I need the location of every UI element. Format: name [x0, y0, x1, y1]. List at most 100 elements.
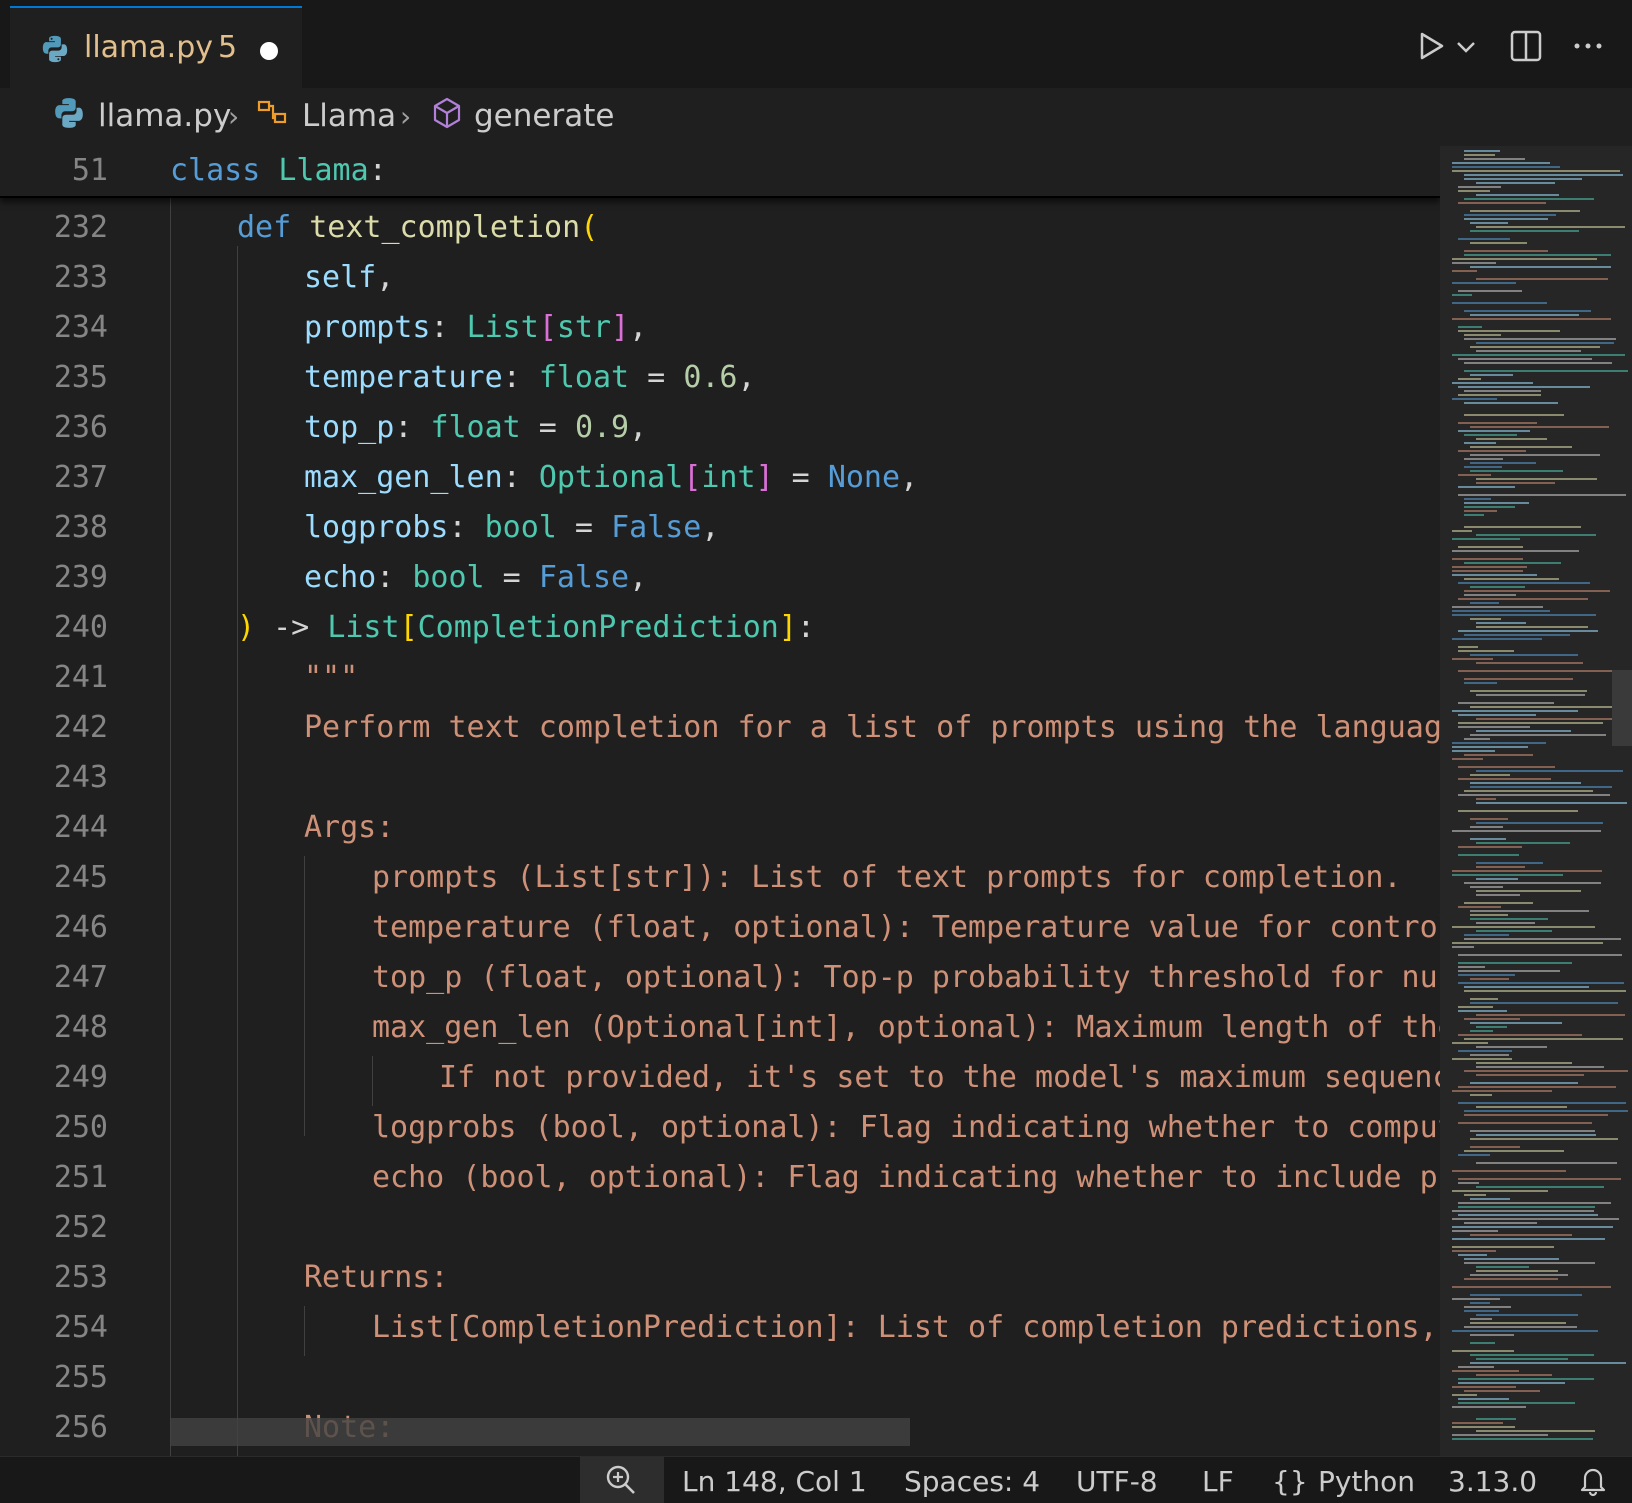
breadcrumb-class[interactable]: Llama [302, 98, 396, 134]
minimap-line [1458, 450, 1526, 452]
minimap-line [1458, 650, 1514, 652]
encoding[interactable]: UTF-8 [1076, 1465, 1158, 1498]
minimap-line [1476, 862, 1543, 864]
minimap-line [1470, 1002, 1618, 1004]
code-line[interactable]: 253 Returns: [0, 1253, 1440, 1303]
minimap-line [1464, 1326, 1577, 1328]
minimap-line [1452, 1042, 1488, 1044]
code-line[interactable]: 255 [0, 1353, 1440, 1403]
code-line[interactable]: 239 echo: bool = False, [0, 553, 1440, 603]
minimap-line [1476, 482, 1555, 484]
minimap-line [1458, 778, 1551, 780]
minimap-line [1464, 254, 1611, 256]
breadcrumb-file[interactable]: llama.py [98, 98, 231, 134]
minimap-line [1464, 414, 1564, 416]
minimap-line [1452, 1370, 1519, 1372]
minimap-line [1452, 166, 1560, 168]
minimap-line [1470, 838, 1506, 840]
minimap-line [1464, 902, 1533, 904]
code-line[interactable]: 233 self, [0, 253, 1440, 303]
split-editor-icon[interactable] [1508, 28, 1544, 64]
code-line[interactable]: 250 logprobs (bool, optional): Flag indi… [0, 1103, 1440, 1153]
breadcrumb-method[interactable]: generate [474, 98, 614, 134]
minimap-line [1452, 1298, 1500, 1300]
minimap-line [1452, 282, 1516, 284]
language-mode[interactable]: Python [1318, 1465, 1415, 1498]
run-icon[interactable] [1412, 28, 1448, 64]
constant: None [827, 460, 901, 495]
code-line[interactable]: 251 echo (bool, optional): Flag indicati… [0, 1153, 1440, 1203]
docstring: prompts (List[str]): List of text prompt… [372, 860, 1402, 895]
minimap-line [1476, 534, 1596, 536]
minimap-line [1452, 270, 1477, 272]
code-line[interactable]: 238 logprobs: bool = False, [0, 503, 1440, 553]
code-line[interactable]: 243 [0, 753, 1440, 803]
interpreter-version[interactable]: 3.13.0 [1448, 1465, 1537, 1498]
code-line[interactable]: 235 temperature: float = 0.6, [0, 353, 1440, 403]
minimap-line [1464, 150, 1500, 152]
minimap-line [1458, 202, 1546, 204]
type: int [701, 460, 756, 495]
code-line[interactable]: 245 prompts (List[str]): List of text pr… [0, 853, 1440, 903]
minimap-line [1458, 970, 1560, 972]
minimap-line [1458, 386, 1590, 388]
minimap-line [1470, 1322, 1566, 1324]
line-number: 245 [53, 860, 108, 895]
indentation[interactable]: Spaces: 4 [904, 1465, 1040, 1498]
code-line[interactable]: 248 max_gen_len (Optional[int], optional… [0, 1003, 1440, 1053]
minimap-line [1452, 318, 1611, 320]
code-line[interactable]: 241 """ [0, 653, 1440, 703]
minimap-line [1452, 1434, 1548, 1436]
minimap-line [1458, 1378, 1594, 1380]
code-line[interactable]: 252 [0, 1203, 1440, 1253]
minimap-line [1476, 182, 1555, 184]
minimap-line [1458, 1122, 1592, 1124]
code-line[interactable]: 234 prompts: List[str], [0, 303, 1440, 353]
tab-filename: llama.py [84, 30, 213, 65]
line-number: 235 [53, 360, 108, 395]
docstring: max_gen_len (Optional[int], optional): M… [372, 1010, 1440, 1045]
minimap-line [1452, 1386, 1516, 1388]
more-actions-icon[interactable] [1570, 28, 1606, 64]
minimap-line [1452, 742, 1546, 744]
code-line[interactable]: 247 top_p (float, optional): Top-p proba… [0, 953, 1440, 1003]
bell-icon[interactable] [1576, 1463, 1610, 1497]
code-line[interactable]: 240 ) -> List[CompletionPrediction]: [0, 603, 1440, 653]
code-line[interactable]: 232 def text_completion( [0, 203, 1440, 253]
line-number: 242 [53, 710, 108, 745]
minimap-line [1464, 562, 1561, 564]
chevron-down-icon[interactable] [1454, 28, 1478, 64]
editor-tab-llama-py[interactable]: llama.py 5 [10, 6, 302, 88]
vertical-scrollbar[interactable] [1612, 670, 1632, 746]
punct: : [376, 560, 413, 595]
zoom-icon [606, 1465, 635, 1494]
minimap-line [1464, 578, 1559, 580]
minimap-line [1476, 1418, 1516, 1420]
code-line[interactable]: 237 max_gen_len: Optional[int] = None, [0, 453, 1440, 503]
code-line[interactable]: 246 temperature (float, optional): Tempe… [0, 903, 1440, 953]
minimap-line [1464, 310, 1591, 312]
end-of-line[interactable]: LF [1202, 1465, 1234, 1498]
code-editor[interactable]: 51 class Llama: 232 def text_completion(… [0, 146, 1440, 1456]
code-line[interactable]: 244 Args: [0, 803, 1440, 853]
minimap-line [1452, 530, 1472, 532]
minimap-line [1464, 362, 1612, 364]
minimap-line [1476, 1134, 1596, 1136]
code-line[interactable]: 249 If not provided, it's set to the mod… [0, 1053, 1440, 1103]
number: 0.9 [574, 410, 630, 445]
unsaved-indicator-icon[interactable] [260, 42, 278, 60]
minimap-line [1458, 358, 1592, 360]
parameter: top_p [304, 410, 395, 445]
line-number: 254 [53, 1310, 108, 1345]
code-line[interactable]: 254 List[CompletionPrediction]: List of … [0, 1303, 1440, 1353]
cursor-position[interactable]: Ln 148, Col 1 [682, 1465, 867, 1498]
horizontal-scrollbar[interactable] [170, 1418, 910, 1446]
code-line[interactable]: 242 Perform text completion for a list o… [0, 703, 1440, 753]
minimap-line [1452, 1330, 1598, 1332]
zoom-button[interactable] [580, 1457, 664, 1503]
minimap[interactable] [1440, 146, 1632, 1456]
minimap-line [1476, 1374, 1552, 1376]
minimap-line [1470, 1342, 1495, 1344]
code-line[interactable]: 236 top_p: float = 0.9, [0, 403, 1440, 453]
sticky-scroll-header[interactable]: 51 class Llama: [0, 146, 1440, 198]
